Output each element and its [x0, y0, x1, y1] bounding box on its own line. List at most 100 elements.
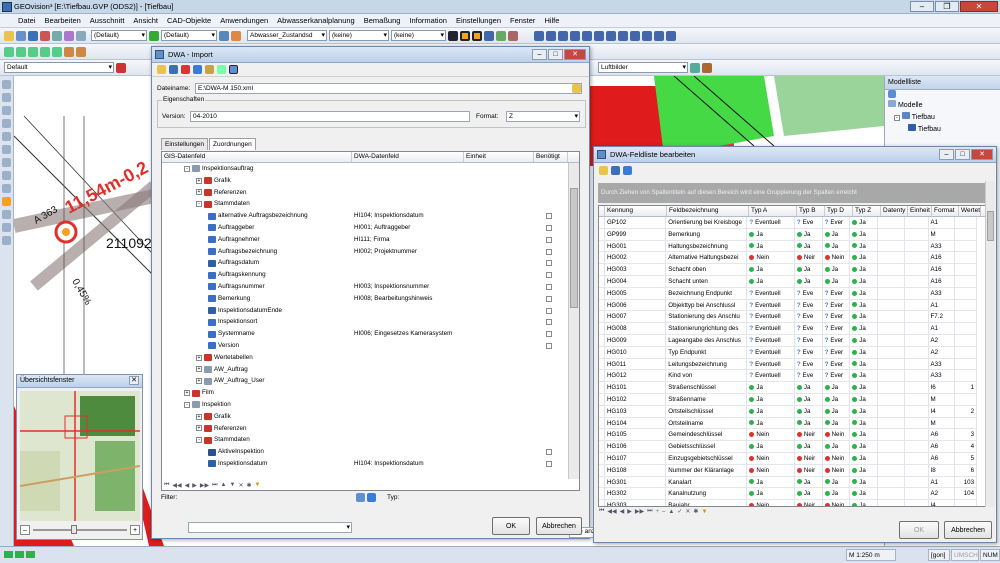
benoetigt-checkbox[interactable] — [546, 307, 552, 314]
format-select[interactable]: Z — [506, 111, 580, 122]
tool-e-icon[interactable] — [582, 30, 592, 41]
tree-row[interactable]: + Film — [162, 387, 564, 399]
expand-toggle[interactable]: + — [184, 390, 190, 397]
tree-row[interactable]: + Referenzen — [162, 187, 564, 199]
new-icon[interactable] — [4, 30, 14, 41]
fnav-post-icon[interactable]: ✓ — [677, 508, 682, 515]
col-format[interactable]: Format — [932, 206, 959, 216]
tree-row[interactable]: + Grafik — [162, 411, 564, 423]
trim-tool-icon[interactable] — [2, 171, 11, 180]
expand-toggle[interactable]: + — [196, 425, 202, 432]
col-typ-a[interactable]: Typ A — [749, 206, 797, 216]
feldliste-scrollbar[interactable] — [985, 181, 995, 507]
tree-row[interactable]: Version — [162, 340, 564, 352]
move-tool-icon[interactable] — [2, 132, 11, 141]
group-by-area[interactable]: Durch Ziehen von Spaltentiteln auf diese… — [598, 183, 986, 203]
tree-row[interactable]: + AW_Auftrag_User — [162, 375, 564, 387]
expand-toggle[interactable]: + — [196, 366, 202, 373]
tree-row[interactable]: InspektionsdatumEnde — [162, 305, 564, 317]
delete-tool-icon[interactable] — [2, 236, 11, 245]
import-ok-button[interactable]: OK — [492, 517, 530, 535]
tree-row[interactable]: Systemname HI006; Eingesetzes Kamerasyste… — [162, 328, 564, 340]
tree-row[interactable]: AktiveInspektion — [162, 446, 564, 458]
feldliste-row[interactable]: HG302 Kanalnutzung Ja Ja Ja Ja A2 104 — [599, 488, 977, 501]
tool-d-icon[interactable] — [570, 30, 580, 41]
status-scale[interactable]: M 1:250 m — [846, 549, 896, 561]
import-icon[interactable] — [205, 65, 214, 74]
tree-row[interactable]: + Grafik — [162, 175, 564, 187]
overview-close-button[interactable]: ✕ — [129, 376, 139, 385]
tree-row[interactable]: - Stammdaten — [162, 434, 564, 446]
feldliste-row[interactable]: HG009 Lageangabe des Anschlus? Eventuell? E… — [599, 334, 977, 347]
tree-row[interactable]: alternative Auftragsbezeichnung HI104; In… — [162, 210, 564, 222]
fnav-filter-icon[interactable]: ▼ — [701, 509, 707, 515]
feldliste-row[interactable]: HG303 Baujahr Nein Neir Nein Ja I4 — [599, 500, 977, 506]
model-tree-item[interactable]: Modelle — [888, 100, 1000, 112]
combo-view-default[interactable]: Default — [4, 62, 114, 73]
dwa-field-name[interactable]: HI104; Inspektionsdatum — [354, 210, 424, 222]
combo-style-default[interactable]: (Default) — [161, 30, 217, 41]
menu-item-0[interactable]: Datei — [18, 16, 36, 25]
fnav-star-icon[interactable]: ✱ — [693, 508, 698, 515]
feldliste-row[interactable]: HG010 Typ Endpunkt? Eventuell? Eve? Ever Ja A2 — [599, 346, 977, 359]
fnav-last-icon[interactable]: ⏭ — [647, 508, 652, 515]
tree-row[interactable]: Auftragskennung — [162, 269, 564, 281]
feldliste-close-button[interactable]: ✕ — [971, 149, 993, 160]
dwa-field-name[interactable]: HI003; Inspektionsnummer — [354, 281, 429, 293]
layer-icon[interactable] — [149, 30, 159, 41]
nav-next-page-icon[interactable]: ▶▶ — [200, 482, 209, 489]
tree-row[interactable]: Auftragsdatum — [162, 257, 564, 269]
benoetigt-checkbox[interactable] — [546, 319, 552, 326]
feldliste-scroll-thumb[interactable] — [987, 211, 994, 241]
overview-map[interactable] — [20, 391, 140, 521]
menu-item-2[interactable]: Ausschnitt — [90, 16, 125, 25]
copy-icon[interactable] — [52, 30, 62, 41]
col-typ-d[interactable]: Typ D — [825, 206, 853, 216]
feldliste-undo-icon[interactable] — [623, 165, 632, 175]
dateiname-field[interactable]: E:\DWA-M 150.xml — [195, 83, 582, 94]
feldliste-row[interactable]: GP102 Orientierung bei Kreisboge? Eventuel… — [599, 217, 977, 229]
benoetigt-checkbox[interactable] — [546, 224, 552, 231]
menu-item-9[interactable]: Einstellungen — [456, 16, 501, 25]
nav-cancel-icon[interactable]: ✕ — [238, 482, 243, 489]
feldliste-row[interactable]: HG008 Stationierungrichtung des? Eventuell… — [599, 323, 977, 335]
benoetigt-checkbox[interactable] — [546, 342, 552, 349]
select-tool-icon[interactable] — [2, 80, 11, 89]
join-tool-icon[interactable] — [2, 223, 11, 232]
expand-toggle[interactable]: + — [196, 354, 202, 361]
fnav-remove-icon[interactable]: – — [662, 509, 665, 515]
zoom-in-button[interactable]: + — [130, 525, 140, 535]
filter-reset-icon[interactable] — [367, 493, 376, 502]
tool-g-icon[interactable] — [606, 30, 616, 41]
nav-filter-icon[interactable]: ▼ — [255, 482, 261, 488]
zoom-slider[interactable] — [33, 525, 127, 534]
restore-button[interactable]: ❐ — [935, 1, 959, 12]
combo-layer-default[interactable]: (Default) — [91, 30, 147, 41]
fnav-cancel-icon[interactable]: ✕ — [685, 508, 690, 515]
tool-a-icon[interactable] — [534, 30, 544, 41]
delete-icon[interactable] — [181, 65, 190, 74]
expand-toggle[interactable]: + — [196, 177, 202, 184]
dwa-field-name[interactable]: HI104: Inspektionsdatum — [354, 458, 424, 470]
minimize-button[interactable]: – — [910, 1, 934, 12]
dwa-field-name[interactable]: HI001; Auftraggeber — [354, 222, 410, 234]
draw-arc-icon[interactable] — [28, 46, 38, 57]
import-cancel-button[interactable]: Abbrechen — [536, 517, 582, 535]
benoetigt-checkbox[interactable] — [546, 449, 552, 456]
col-typ-b[interactable]: Typ B — [797, 206, 825, 216]
dwa-field-name[interactable]: HI111; Firma — [354, 234, 389, 246]
feldliste-row[interactable]: HG003 Schacht oben Ja Ja Ja Ja A16 — [599, 264, 977, 276]
feldliste-row[interactable]: HG012 Kind von? Eventuell? Eve? Ever Ja A33 — [599, 370, 977, 383]
benoetigt-checkbox[interactable] — [546, 272, 552, 279]
nav-first-icon[interactable]: ⏮ — [164, 482, 169, 489]
dwa-field-name[interactable]: HI008; Bearbeitungshinweis — [354, 293, 432, 305]
browse-folder-icon[interactable] — [572, 84, 581, 93]
rotate-tool-icon[interactable] — [2, 119, 11, 128]
draw-hatch-icon[interactable] — [76, 46, 86, 57]
nav-remove-icon[interactable]: ▼ — [229, 482, 235, 488]
col-feldbezeichnung[interactable]: Feldbezeichnung — [667, 206, 749, 216]
raster-settings-icon[interactable] — [702, 62, 712, 73]
menu-item-7[interactable]: Bemaßung — [364, 16, 401, 25]
feldliste-row[interactable]: HG001 Haltungsbezeichnung Ja Ja Ja Ja A33 — [599, 240, 977, 253]
dwa-field-name[interactable]: HI006; Eingesetzes Kamerasystem — [354, 328, 452, 340]
